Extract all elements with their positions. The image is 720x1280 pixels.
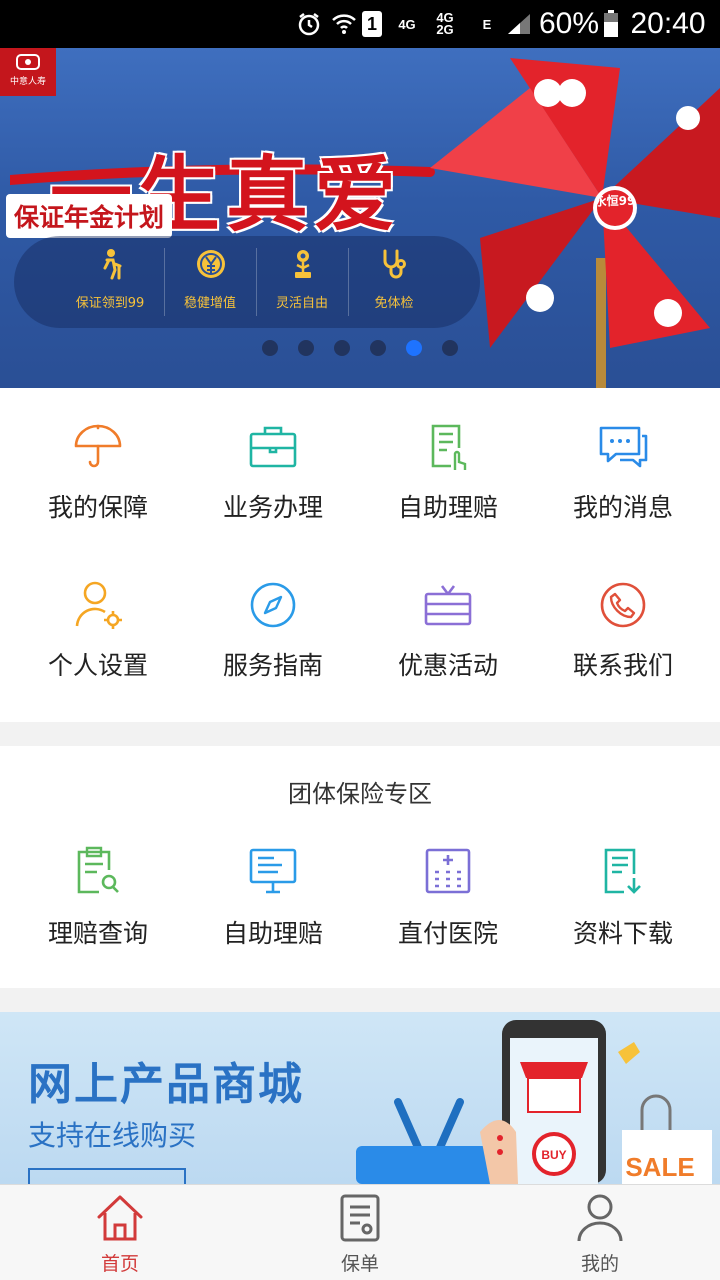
battery-icon — [602, 0, 620, 48]
phone-icon — [600, 582, 646, 628]
service-business[interactable]: 业务办理 — [183, 418, 363, 558]
pinwheel-illustration: 永恒99 — [430, 58, 720, 388]
feature-label: 保证领到99 — [75, 296, 145, 311]
umbrella-icon — [74, 424, 122, 468]
tab-me[interactable]: 我的 — [480, 1185, 720, 1280]
sale-tag: SALE — [625, 1152, 694, 1182]
carousel-dot[interactable] — [442, 340, 458, 356]
logo-text: 中意人寿 — [9, 77, 46, 87]
hospital-icon — [425, 848, 471, 894]
shopping-illustration: BUY SALE — [356, 1020, 712, 1184]
feature-item: 稳健增值 — [160, 236, 260, 328]
promo-title: 网上产品商城 — [28, 1059, 304, 1110]
feature-item: 保证领到99 — [60, 236, 160, 328]
briefcase-icon — [249, 426, 297, 468]
clipboard-search-icon — [77, 846, 119, 894]
service-my-messages[interactable]: 我的消息 — [533, 418, 713, 558]
document-download-icon — [604, 848, 641, 894]
group-insurance-section: 团体保险专区 理赔查询 自助理赔 直付医院 资料下载 — [0, 746, 720, 988]
sim-slot-number: 1 — [362, 11, 382, 37]
network-stack: 4G 2G — [422, 0, 468, 48]
service-label: 自助理赔 — [397, 493, 498, 522]
carousel-dot[interactable] — [298, 340, 314, 356]
tab-label: 保单 — [340, 1253, 379, 1275]
group-direct-pay-hospital[interactable]: 直付医院 — [358, 844, 538, 984]
feature-label: 稳健增值 — [183, 296, 236, 311]
gift-card-icon — [424, 585, 472, 626]
feature-label: 灵活自由 — [275, 296, 328, 311]
chat-bubbles-icon — [599, 426, 648, 468]
group-self-claim[interactable]: 自助理赔 — [183, 844, 363, 984]
wifi-icon — [330, 0, 358, 48]
yen-coin-icon — [197, 250, 225, 278]
tab-policy[interactable]: 保单 — [240, 1185, 480, 1280]
badge-text: 永恒99 — [594, 193, 636, 208]
network-4g-label: 4G — [398, 16, 416, 32]
service-label: 我的消息 — [572, 493, 673, 522]
carousel-dot[interactable] — [370, 340, 386, 356]
signal-icon — [505, 0, 533, 48]
group-download[interactable]: 资料下载 — [533, 844, 713, 984]
clock: 20:40 — [630, 7, 706, 40]
service-my-coverage[interactable]: 我的保障 — [8, 418, 188, 558]
monitor-icon — [249, 848, 297, 894]
buy-tag: BUY — [541, 1148, 566, 1162]
flower-plant-icon — [295, 250, 311, 278]
elderly-walking-icon — [103, 249, 122, 280]
battery-percent: 60% — [538, 7, 600, 40]
carousel-dot[interactable] — [334, 340, 350, 356]
group-label: 资料下载 — [572, 919, 673, 948]
network-e-label: E — [482, 16, 492, 32]
service-label: 业务办理 — [222, 493, 323, 522]
home-icon — [97, 1195, 143, 1241]
bottom-tab-bar: 首页 保单 我的 — [0, 1184, 720, 1280]
service-label: 优惠活动 — [397, 651, 498, 680]
carousel-dots[interactable] — [262, 340, 458, 356]
group-label: 直付医院 — [397, 919, 498, 948]
sim-slot-icon: 1 — [361, 0, 383, 48]
feature-item: 灵活自由 — [252, 236, 352, 328]
group-label: 理赔查询 — [47, 919, 148, 948]
online-store-banner[interactable]: 网上产品商城 支持在线购买 BUY SALE — [0, 1012, 720, 1184]
section-title: 团体保险专区 — [288, 780, 432, 808]
promo-subtitle: 支持在线购买 — [28, 1119, 197, 1152]
tab-label: 首页 — [100, 1253, 139, 1275]
banner-subtitle: 保证年金计划 — [6, 194, 173, 238]
carousel-dot[interactable] — [262, 340, 278, 356]
group-claim-query[interactable]: 理赔查询 — [8, 844, 188, 984]
services-grid: 我的保障 业务办理 自助理赔 我的消息 个人设置 服务指南 优惠活动 联系我们 — [0, 388, 720, 722]
user-gear-icon — [75, 581, 122, 629]
service-guide[interactable]: 服务指南 — [183, 576, 363, 716]
promo-details-button[interactable] — [28, 1168, 186, 1184]
service-label: 联系我们 — [572, 651, 673, 680]
promo-banner-carousel[interactable]: 中意人寿 一生真爱 保证年金计划 保证领到99 稳健增值 灵活自由 免体检 永恒… — [0, 48, 720, 388]
compass-icon — [250, 582, 296, 628]
tab-label: 我的 — [580, 1253, 619, 1275]
alarm-icon — [294, 0, 324, 48]
person-icon — [577, 1194, 623, 1242]
service-self-claim[interactable]: 自助理赔 — [358, 418, 538, 558]
policy-document-icon — [340, 1194, 380, 1242]
stethoscope-icon — [383, 249, 406, 279]
status-bar: 1 4G 4G 2G E 60% 20:40 — [0, 0, 720, 48]
network-2g-bottom: 2G — [436, 22, 454, 37]
service-personal-settings[interactable]: 个人设置 — [8, 576, 188, 716]
company-logo: 中意人寿 — [0, 48, 56, 96]
group-label: 自助理赔 — [222, 919, 323, 948]
document-hand-icon — [431, 424, 467, 470]
tab-home[interactable]: 首页 — [0, 1185, 240, 1280]
service-label: 个人设置 — [47, 651, 148, 680]
service-promotions[interactable]: 优惠活动 — [358, 576, 538, 716]
carousel-dot-active[interactable] — [406, 340, 422, 356]
service-label: 我的保障 — [47, 493, 148, 522]
service-label: 服务指南 — [222, 651, 323, 680]
service-contact-us[interactable]: 联系我们 — [533, 576, 713, 716]
